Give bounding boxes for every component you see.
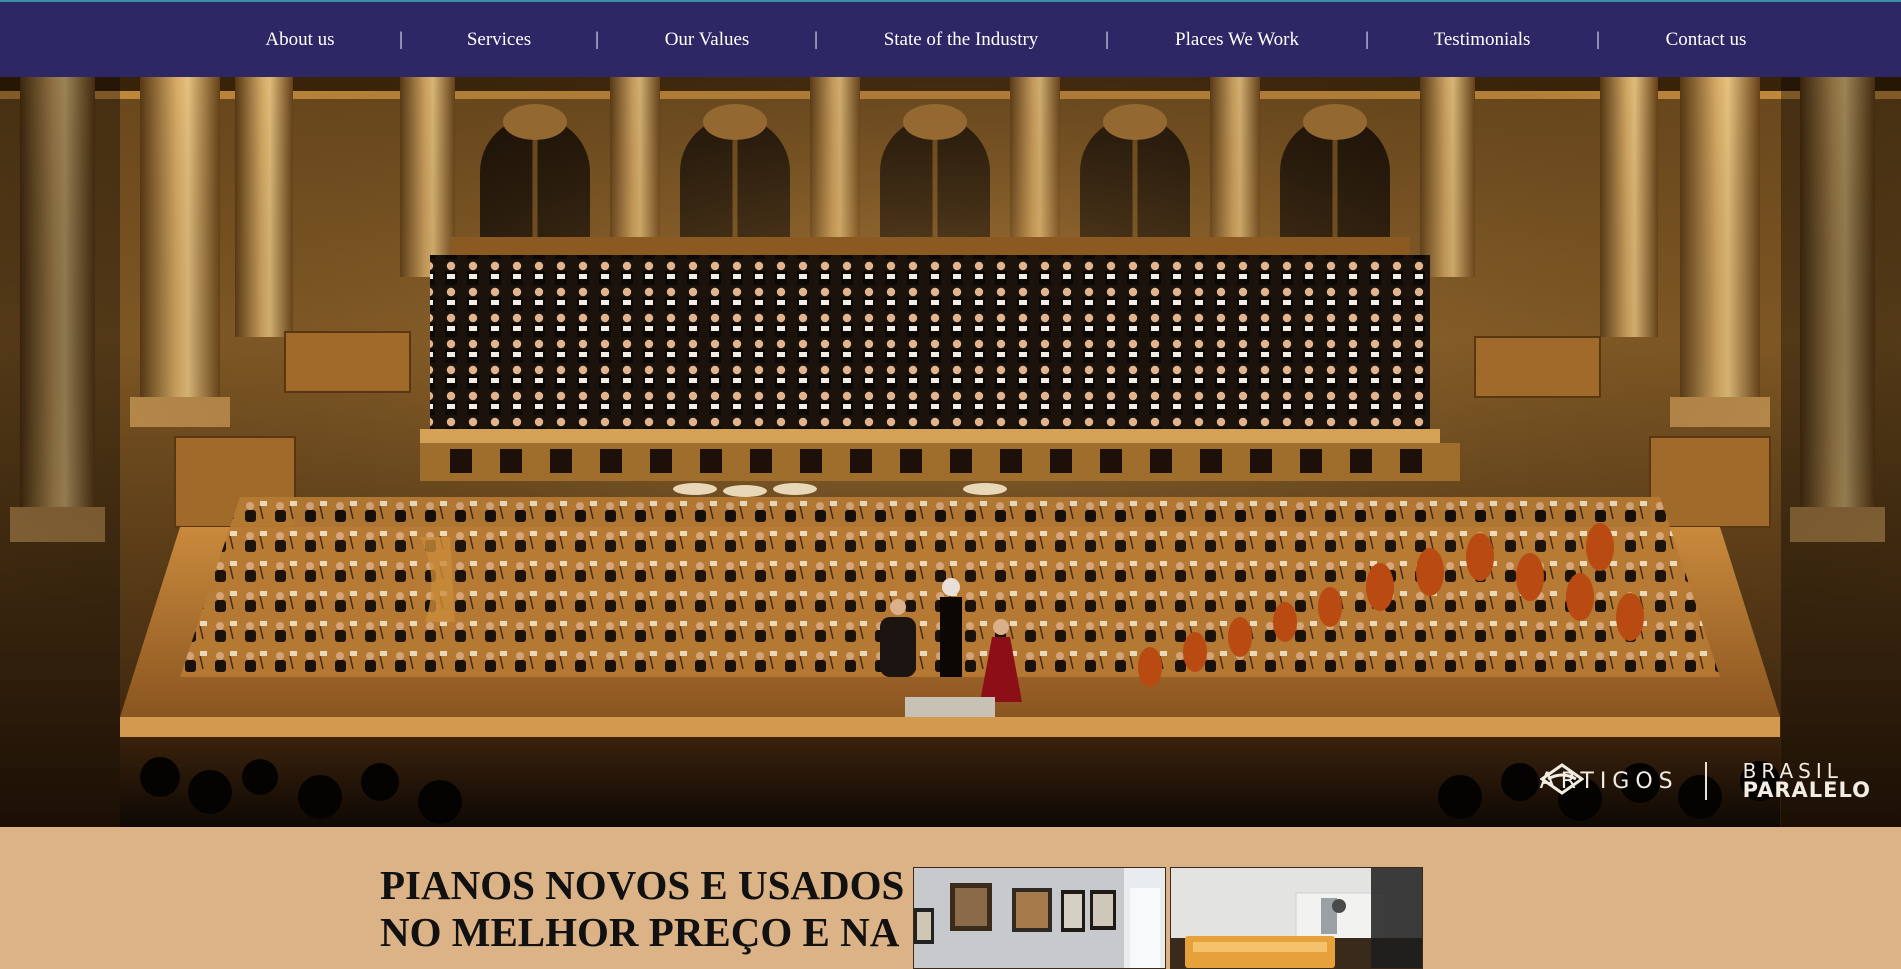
- brand-watermark: ARTIGOS BRASIL PARALELO: [1539, 761, 1871, 802]
- concert-hall-illustration: [0, 77, 1901, 827]
- nav-separator: |: [595, 29, 599, 50]
- nav-separator: |: [814, 29, 818, 50]
- watermark-brand-bottom: PARALELO: [1742, 778, 1871, 802]
- nav-about-us[interactable]: About us: [265, 2, 334, 77]
- piano-shop-photo-2: [1170, 867, 1423, 969]
- nav-state-of-the-industry[interactable]: State of the Industry: [884, 2, 1039, 77]
- nav-separator: |: [399, 29, 403, 50]
- nav-testimonials[interactable]: Testimonials: [1434, 2, 1531, 77]
- nav-separator: |: [1105, 29, 1109, 50]
- nav-our-values[interactable]: Our Values: [665, 2, 750, 77]
- piano-detail-photo: [1171, 868, 1422, 968]
- nav-services[interactable]: Services: [467, 2, 531, 77]
- piano-shop-photo-1: [913, 867, 1166, 969]
- content-section: PIANOS NOVOS E USADOS NO MELHOR PREÇO E …: [0, 827, 1901, 969]
- nav-separator: |: [1596, 29, 1600, 50]
- page-headline: PIANOS NOVOS E USADOS NO MELHOR PREÇO E …: [380, 862, 905, 955]
- brasil-paralelo-logo: BRASIL PARALELO: [1539, 761, 1871, 802]
- watermark-divider: [1704, 762, 1707, 800]
- nav-places-we-work[interactable]: Places We Work: [1175, 2, 1299, 77]
- nav-contact-us[interactable]: Contact us: [1666, 2, 1747, 77]
- brasil-paralelo-logo-icon: [1539, 763, 1584, 795]
- main-navigation: About us | Services | Our Values | State…: [0, 2, 1901, 77]
- hero-image: ARTIGOS BRASIL PARALELO: [0, 77, 1901, 827]
- shop-wall-photo: [914, 868, 1165, 968]
- nav-separator: |: [1365, 29, 1369, 50]
